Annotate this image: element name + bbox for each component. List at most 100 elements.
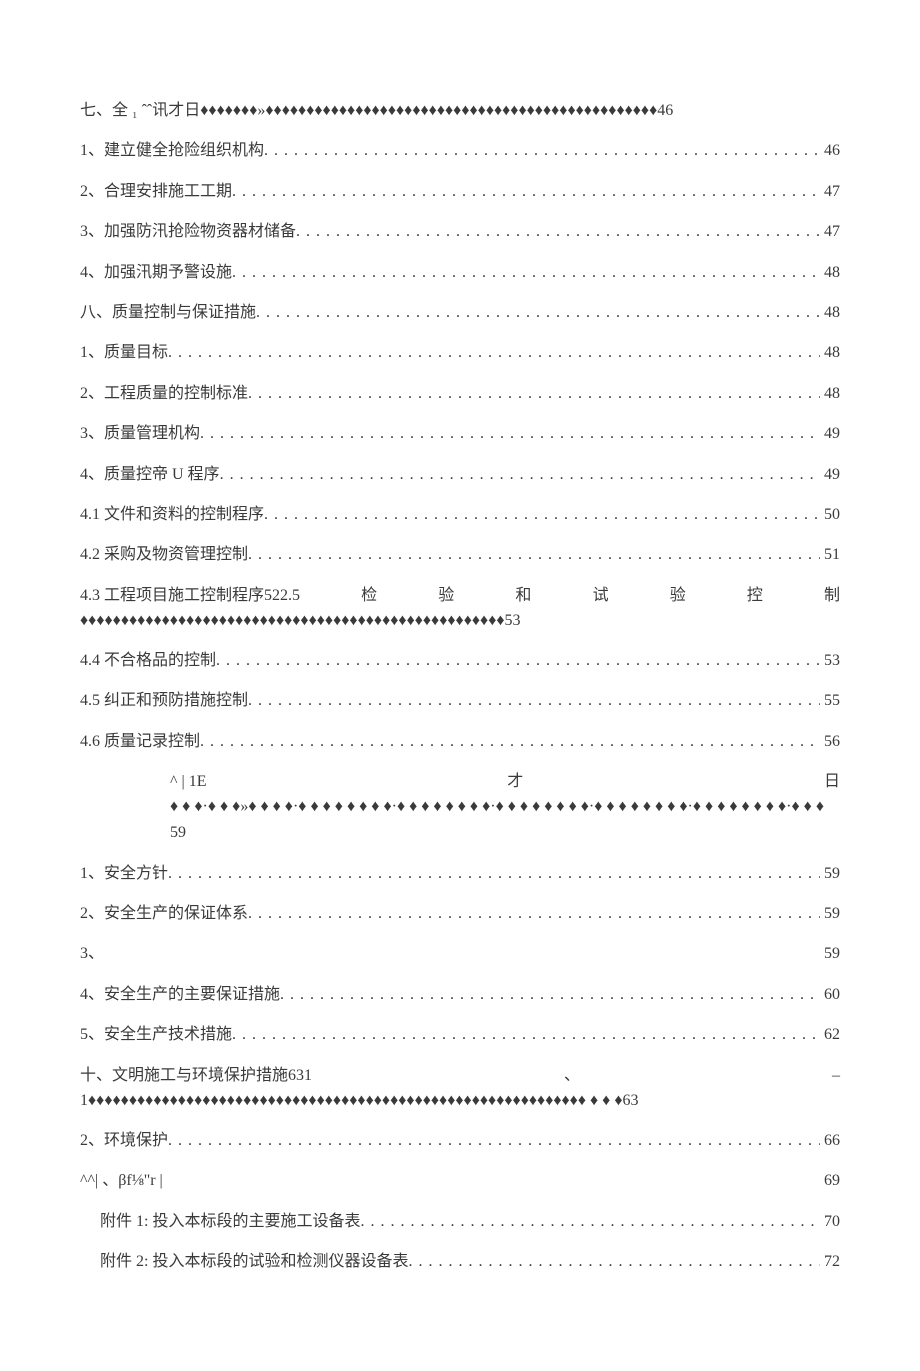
toc-entry: 4、加强汛期予警设施. . . . . . . . . . . . . . . … <box>80 262 840 284</box>
toc-leader-dots: . . . . . . . . . . . . . . . . . . . . … <box>168 342 820 364</box>
toc-entry: 2、环境保护. . . . . . . . . . . . . . . . . … <box>80 1130 840 1152</box>
toc-leader-dots: . . . . . . . . . . . . . . . . . . . . … <box>360 1211 820 1233</box>
toc-fragment: 制 <box>824 585 840 607</box>
toc-page-number: 48 <box>820 383 840 405</box>
toc-label: 3、加强防汛抢险物资器材储备 <box>80 221 296 243</box>
toc-entry: 附件 1: 投入本标段的主要施工设备表. . . . . . . . . . .… <box>80 1211 840 1233</box>
toc-fragment: 、 <box>564 1065 580 1087</box>
toc-fragment: – <box>832 1065 840 1087</box>
toc-label: 3、质量管理机构 <box>80 423 200 445</box>
toc-page-number: 49 <box>820 464 840 486</box>
toc-leader-dots: . . . . . . . . . . . . . . . . . . . . … <box>200 423 820 445</box>
toc-label: 1、安全方针 <box>80 863 168 885</box>
toc-entry: 2、安全生产的保证体系. . . . . . . . . . . . . . .… <box>80 903 840 925</box>
toc-leader-dots: . . . . . . . . . . . . . . . . . . . . … <box>232 262 820 284</box>
toc-fragment: 4.3 工程项目施工控制程序522.5 <box>80 585 300 607</box>
toc-entry: 1、安全方针. . . . . . . . . . . . . . . . . … <box>80 863 840 885</box>
toc-entry-multiline: 4.3 工程项目施工控制程序522.5检验和试验控制♦♦♦♦♦♦♦♦♦♦♦♦♦♦… <box>80 585 840 632</box>
toc-entry: 4.4 不合格品的控制. . . . . . . . . . . . . . .… <box>80 650 840 672</box>
toc-entry: 3、加强防汛抢险物资器材储备. . . . . . . . . . . . . … <box>80 221 840 243</box>
toc-entry-multiline: 十、文明施工与环境保护措施631、–1♦♦♦♦♦♦♦♦♦♦♦♦♦♦♦♦♦♦♦♦♦… <box>80 1065 840 1112</box>
toc-entry: 2、合理安排施工工期. . . . . . . . . . . . . . . … <box>80 181 840 203</box>
toc-entry-multiline: ^ | 1E 才 日 ♦ ♦ ♦·♦ ♦ ♦»♦ ♦ ♦ ♦·♦ ♦ ♦ ♦ ♦ ♦ … <box>80 771 840 845</box>
toc-label: 4.1 文件和资料的控制程序 <box>80 504 264 526</box>
toc-entry: 4.2 采购及物资管理控制. . . . . . . . . . . . . .… <box>80 544 840 566</box>
toc-label: 附件 1: 投入本标段的主要施工设备表 <box>100 1211 360 1233</box>
toc-entry: 4.1 文件和资料的控制程序. . . . . . . . . . . . . … <box>80 504 840 526</box>
toc-page-number: 69 <box>820 1170 840 1192</box>
toc-entry-freeform: 七、全 ₁ ˆˆ讯才日♦♦♦♦♦♦♦»♦♦♦♦♦♦♦♦♦♦♦♦♦♦♦♦♦♦♦♦♦… <box>80 100 840 122</box>
toc-leader-dots: . . . . . . . . . . . . . . . . . . . . … <box>220 464 820 486</box>
toc-page-number: 59 <box>820 863 840 885</box>
toc-leader-dots: . . . . . . . . . . . . . . . . . . . . … <box>408 1251 820 1273</box>
toc-page-number: 60 <box>820 984 840 1006</box>
toc-entry: 1、建立健全抢险组织机构. . . . . . . . . . . . . . … <box>80 140 840 162</box>
toc-label: 1、质量目标 <box>80 342 168 364</box>
toc-page-number: 51 <box>820 544 840 566</box>
toc-label: 4.4 不合格品的控制 <box>80 650 216 672</box>
toc-fragment: 才 <box>507 771 523 793</box>
toc-page-number: 62 <box>820 1024 840 1046</box>
toc-fragment: 控 <box>747 585 763 607</box>
toc-leader-dots: . . . . . . . . . . . . . . . . . . . . … <box>216 650 820 672</box>
toc-leader-dots: . . . . . . . . . . . . . . . . . . . . … <box>168 1130 820 1152</box>
toc-fragment: 和 <box>515 585 531 607</box>
toc-entry: 2、工程质量的控制标准. . . . . . . . . . . . . . .… <box>80 383 840 405</box>
toc-fragment: 验 <box>438 585 454 607</box>
toc-fragment: 日 <box>824 771 840 793</box>
toc-page-number: 70 <box>820 1211 840 1233</box>
toc-page-number: 50 <box>820 504 840 526</box>
toc-page-number: 53 <box>820 650 840 672</box>
toc-leader-dots: . . . . . . . . . . . . . . . . . . . . … <box>264 504 820 526</box>
toc-entry: 4.6 质量记录控制. . . . . . . . . . . . . . . … <box>80 731 840 753</box>
toc-entry-sparse: 3、 59 <box>80 943 840 965</box>
toc-entry: 5、安全生产技术措施. . . . . . . . . . . . . . . … <box>80 1024 840 1046</box>
toc-line: 十、文明施工与环境保护措施631 、 – <box>80 1065 840 1087</box>
toc-page-number: 46 <box>820 140 840 162</box>
toc-leader-dots: . . . . . . . . . . . . . . . . . . . . … <box>200 731 820 753</box>
toc-page-number: 48 <box>820 302 840 324</box>
toc-label: 4.5 纠正和预防措施控制 <box>80 690 248 712</box>
toc-entry-sparse: ^^| 、βf⅛"r |69 <box>80 1170 840 1192</box>
toc-page-number: 59 <box>820 943 840 965</box>
toc-leader-dots: . . . . . . . . . . . . . . . . . . . . … <box>168 863 820 885</box>
toc-leader-dots: . . . . . . . . . . . . . . . . . . . . … <box>232 181 820 203</box>
toc-entry: 4、质量控帝 U 程序. . . . . . . . . . . . . . .… <box>80 464 840 486</box>
toc-label: 3、 <box>80 943 104 965</box>
toc-leader-dots: . . . . . . . . . . . . . . . . . . . . … <box>256 302 820 324</box>
toc-fragment: 十、文明施工与环境保护措施631 <box>80 1065 312 1087</box>
toc-leader-dots: . . . . . . . . . . . . . . . . . . . . … <box>280 984 820 1006</box>
toc-entry: 八、质量控制与保证措施. . . . . . . . . . . . . . .… <box>80 302 840 324</box>
toc-leader-dots: . . . . . . . . . . . . . . . . . . . . … <box>232 1024 820 1046</box>
toc-page-number: 59 <box>820 903 840 925</box>
toc-entry: 1、质量目标. . . . . . . . . . . . . . . . . … <box>80 342 840 364</box>
toc-diamond-leader: ♦ ♦ ♦·♦ ♦ ♦»♦ ♦ ♦ ♦·♦ ♦ ♦ ♦ ♦ ♦ ♦ ♦·♦ ♦ … <box>170 797 840 818</box>
toc-label: 4.2 采购及物资管理控制 <box>80 544 248 566</box>
toc-fragment: ^ | 1E <box>170 771 206 793</box>
toc-entry: 4.5 纠正和预防措施控制. . . . . . . . . . . . . .… <box>80 690 840 712</box>
toc-label: 4、安全生产的主要保证措施 <box>80 984 280 1006</box>
toc-label: 1、建立健全抢险组织机构 <box>80 140 264 162</box>
toc-leader-dots: . . . . . . . . . . . . . . . . . . . . … <box>296 221 820 243</box>
toc-page: 七、全 ₁ ˆˆ讯才日♦♦♦♦♦♦♦»♦♦♦♦♦♦♦♦♦♦♦♦♦♦♦♦♦♦♦♦♦… <box>0 0 920 1371</box>
toc-label: 2、环境保护 <box>80 1130 168 1152</box>
toc-leader-dots: . . . . . . . . . . . . . . . . . . . . … <box>248 544 820 566</box>
toc-label: 4.6 质量记录控制 <box>80 731 200 753</box>
toc-page-number: 48 <box>820 342 840 364</box>
toc-page-number: 55 <box>820 690 840 712</box>
toc-label: 2、安全生产的保证体系 <box>80 903 248 925</box>
toc-entry: 4、安全生产的主要保证措施. . . . . . . . . . . . . .… <box>80 984 840 1006</box>
toc-label: 2、工程质量的控制标准 <box>80 383 248 405</box>
toc-label: 附件 2: 投入本标段的试验和检测仪器设备表 <box>100 1251 408 1273</box>
toc-page-number: 59 <box>170 822 840 844</box>
toc-leader-dots: . . . . . . . . . . . . . . . . . . . . … <box>248 690 820 712</box>
toc-page-number: 48 <box>820 262 840 284</box>
toc-fragment: 检 <box>361 585 377 607</box>
toc-label: 4、质量控帝 U 程序 <box>80 464 220 486</box>
toc-entry: 3、质量管理机构. . . . . . . . . . . . . . . . … <box>80 423 840 445</box>
toc-page-number: 47 <box>820 181 840 203</box>
toc-label: 八、质量控制与保证措施 <box>80 302 256 324</box>
toc-leader-dots: . . . . . . . . . . . . . . . . . . . . … <box>248 383 820 405</box>
toc-diamond-leader: ♦♦♦♦♦♦♦♦♦♦♦♦♦♦♦♦♦♦♦♦♦♦♦♦♦♦♦♦♦♦♦♦♦♦♦♦♦♦♦♦… <box>80 611 840 632</box>
toc-fragment: 试 <box>593 585 609 607</box>
